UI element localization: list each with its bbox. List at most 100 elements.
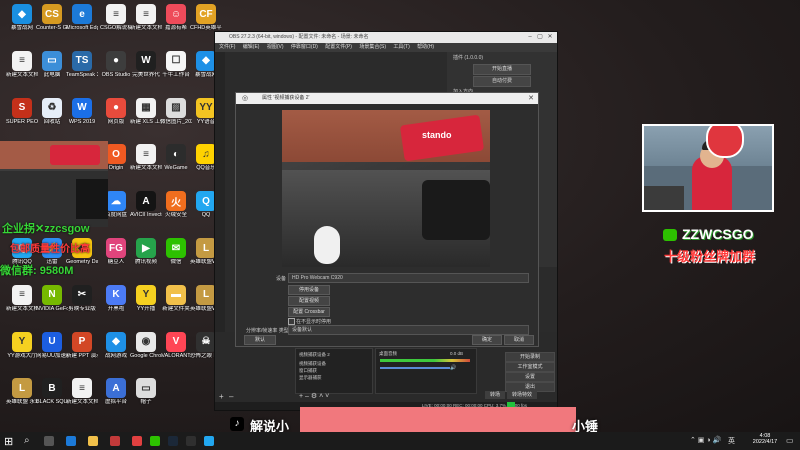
desktop-icon[interactable]: BBLACK SQUAD	[36, 378, 68, 405]
steam-icon[interactable]	[168, 436, 178, 446]
menu-tools[interactable]: 工具(T)	[393, 44, 409, 50]
desktop-icon[interactable]: V VALORANT	[160, 331, 192, 359]
desktop-icon[interactable]: ≡新建文本文档(4)	[66, 378, 98, 405]
volume-slider[interactable]	[380, 367, 450, 369]
desktop-icon[interactable]: ● OBS Studio	[100, 50, 132, 78]
desktop-icon[interactable]: A 虚拟平台	[100, 378, 132, 405]
desktop-icon[interactable]: ◆ 战网游戏	[100, 331, 132, 359]
desktop-icon[interactable]: ✉ 微信	[160, 238, 192, 265]
desktop-icon[interactable]: Y YY游戏大厅	[6, 331, 38, 359]
desktop-icon[interactable]: NNVIDIA GeForce	[36, 284, 68, 312]
file-explorer-icon[interactable]	[88, 436, 98, 446]
edge-icon[interactable]	[66, 436, 76, 446]
qq-icon[interactable]	[204, 436, 214, 446]
resolution-select[interactable]: 设备默认	[288, 325, 529, 335]
configure-crossbar-button[interactable]: 配置 Crossbar	[288, 307, 330, 317]
menu-file[interactable]: 文件(F)	[219, 44, 235, 50]
sources-list[interactable]: 视频捕获设备 2 视频捕获设备 窗口捕获 显示器捕获	[295, 348, 373, 394]
desktop-icon[interactable]: ♻ 回收站	[36, 97, 68, 125]
desktop-icon[interactable]: ✂ 剪映专业版	[66, 284, 98, 312]
desktop-icon[interactable]: ▶ 腾讯视频	[130, 238, 162, 265]
desktop-icon[interactable]: CSCounter-S Global Off...	[36, 4, 68, 31]
desktop-icon[interactable]: W 完美世界代	[130, 50, 162, 78]
source-item[interactable]: 显示器捕获	[296, 374, 372, 381]
desktop-icon[interactable]: ▨微信图片_2021072...	[160, 97, 192, 125]
deactivate-device-button[interactable]: 停用设备	[288, 285, 330, 295]
start-record-button[interactable]: 开始录制	[505, 352, 555, 362]
add-source-icon[interactable]: + – ⚙ ˄ ˅	[299, 392, 329, 400]
deactivate-checkbox[interactable]	[288, 318, 295, 325]
desktop-icon[interactable]: ◐ WeGame	[160, 144, 192, 171]
desktop-icon[interactable]: ≡ 新建文本文档	[6, 284, 38, 312]
menu-scene-collection[interactable]: 场景集合(S)	[359, 44, 386, 50]
app-icon: A	[136, 191, 156, 212]
auto-pay-button[interactable]: 自动付费	[473, 76, 531, 87]
desktop-icon[interactable]: L英雄联盟 永劫无间	[6, 378, 38, 405]
desktop-icon[interactable]: ▦新建 XLS 工作表	[130, 97, 162, 125]
desktop-icon[interactable]: K 开黑啦	[100, 284, 132, 312]
obs-titlebar[interactable]: OBS 27.2.3 (64-bit, windows) - 配置文件: 未命名…	[215, 32, 557, 43]
dialog-close-icon[interactable]: ✕	[528, 93, 534, 104]
studio-mode-button[interactable]: 工作室模式	[505, 362, 555, 372]
settings-button[interactable]: 设置	[505, 372, 555, 382]
obs-taskbar-icon[interactable]	[186, 436, 196, 446]
source-item[interactable]: 窗口捕获	[296, 367, 372, 374]
start-stream-button[interactable]: 开始直播	[473, 64, 531, 75]
maximize-icon[interactable]: ▢	[535, 32, 545, 43]
device-select[interactable]: HD Pro Webcam C920	[288, 273, 529, 283]
menu-profile[interactable]: 配置文件(P)	[325, 44, 352, 50]
desktop-icon[interactable]: eMicrosoft Edge	[66, 4, 98, 31]
desktop-icon[interactable]: ≡CSGO解说稿子	[100, 4, 132, 31]
input-language[interactable]: 英	[728, 436, 735, 446]
desktop-icon[interactable]: ◉Google Chrome	[130, 331, 162, 359]
source-item[interactable]: 视频捕获设备 2	[296, 349, 372, 360]
desktop-icon[interactable]: W WPS 2019	[66, 97, 98, 125]
desktop-icon[interactable]: Y YY开播	[130, 284, 162, 312]
desktop-icon[interactable]: ≡新建文本文档(3)	[130, 4, 162, 31]
desktop-icon[interactable]: U 网易UU加速器	[36, 331, 68, 359]
app-icon[interactable]	[110, 436, 120, 446]
desktop-icon[interactable]: TS TeamSpeak 3	[66, 50, 98, 78]
desktop-icon[interactable]: ▬ 新建文件夹	[160, 284, 192, 312]
speaker-icon[interactable]: 🔊	[450, 365, 456, 371]
tray-icons[interactable]: ⌃ ▣ ◑ 🔊	[690, 436, 721, 444]
transition-effect-button[interactable]: 转场特效	[507, 391, 537, 399]
windows-start-icon[interactable]: ⊞	[4, 435, 13, 448]
desktop-icon[interactable]: ≡新建文本文档(2)	[130, 144, 162, 171]
default-button[interactable]: 默认	[244, 335, 276, 345]
desktop-icon[interactable]: SSUPER PEOPLE CBT	[6, 97, 38, 125]
desktop-icon[interactable]: 火火绒安全	[160, 191, 192, 218]
properties-dialog[interactable]: ◎ 属性 '视频捕获设备 2' ✕ stando 设备 HD Pro Webca…	[235, 92, 539, 347]
clock[interactable]: 4:08 2022/4/17	[750, 433, 780, 445]
desktop-icon[interactable]: ▭ 此电脑	[36, 50, 68, 78]
source-item[interactable]: 视频捕获设备	[296, 360, 372, 367]
desktop-icon[interactable]: P新建 PPT 演示文稿	[66, 331, 98, 359]
desktop-icon[interactable]: ▭ 帽子	[130, 378, 162, 405]
remove-icon[interactable]: –	[229, 392, 233, 401]
desktop-icon[interactable]: ≡ 新建文本文档	[6, 50, 38, 78]
desktop-icon[interactable]: ● 网页版	[100, 97, 132, 125]
desktop-icon[interactable]: CFCFHD英雄平台	[190, 4, 222, 31]
task-view-icon[interactable]	[44, 436, 54, 446]
menu-help[interactable]: 帮助(H)	[417, 44, 434, 50]
desktop-icon[interactable]: FG 糖豆人	[100, 238, 132, 265]
desktop-icon[interactable]: AAVICII Invector	[130, 191, 162, 218]
minimize-icon[interactable]: –	[525, 32, 535, 43]
desktop-icon[interactable]: ◆ 暴雪战网	[6, 4, 38, 31]
notification-icon[interactable]: ▭	[786, 436, 794, 445]
add-icon[interactable]: +	[219, 392, 224, 401]
desktop-icon[interactable]: ☐ 千牛工作台	[160, 50, 192, 78]
menu-edit[interactable]: 编辑(E)	[243, 44, 260, 50]
netease-icon[interactable]	[132, 436, 142, 446]
dialog-titlebar[interactable]: ◎ 属性 '视频捕获设备 2' ✕	[236, 93, 538, 104]
cancel-button[interactable]: 取消	[504, 335, 534, 345]
close-icon[interactable]: ✕	[545, 32, 555, 43]
search-icon[interactable]: ⌕	[24, 435, 30, 446]
menu-dock[interactable]: 停靠窗口(D)	[291, 44, 318, 50]
transition-button[interactable]: 转场	[485, 391, 505, 399]
wechat-taskbar-icon[interactable]	[150, 436, 160, 446]
configure-video-button[interactable]: 配置视频	[288, 296, 330, 306]
ok-button[interactable]: 确定	[472, 335, 502, 345]
desktop-icon[interactable]: ☺ 嘉源有希	[160, 4, 192, 31]
menu-view[interactable]: 视图(V)	[267, 44, 284, 50]
